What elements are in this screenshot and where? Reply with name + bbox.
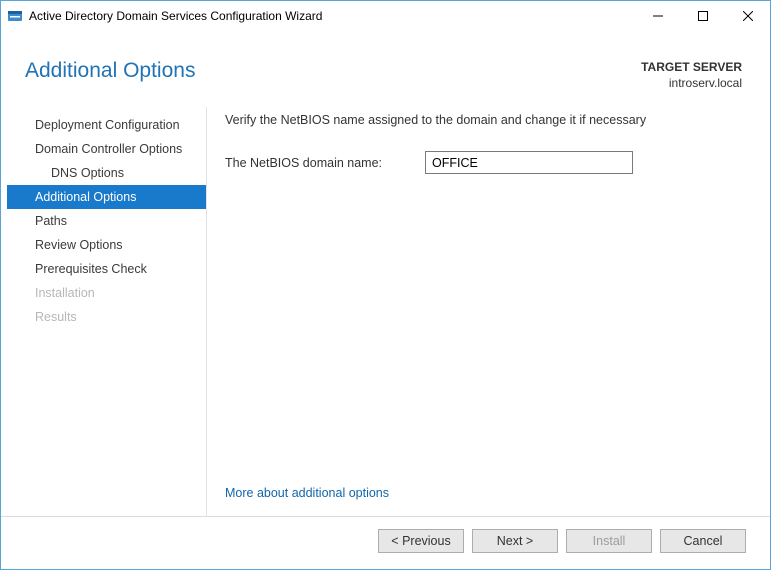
titlebar: Active Directory Domain Services Configu… bbox=[1, 1, 770, 31]
main-content: Verify the NetBIOS name assigned to the … bbox=[207, 107, 758, 516]
netbios-row: The NetBIOS domain name: bbox=[225, 151, 748, 174]
sidebar-item-review-options[interactable]: Review Options bbox=[7, 233, 206, 257]
maximize-button[interactable] bbox=[680, 1, 725, 31]
target-server-value: introserv.local bbox=[641, 75, 742, 91]
more-about-link[interactable]: More about additional options bbox=[225, 476, 748, 516]
wizard-window: Active Directory Domain Services Configu… bbox=[0, 0, 771, 570]
window-controls bbox=[635, 1, 770, 31]
sidebar: Deployment Configuration Domain Controll… bbox=[7, 107, 207, 516]
minimize-button[interactable] bbox=[635, 1, 680, 31]
page-title: Additional Options bbox=[25, 59, 195, 83]
next-button[interactable]: Next > bbox=[472, 529, 558, 553]
close-button[interactable] bbox=[725, 1, 770, 31]
sidebar-item-deployment-configuration[interactable]: Deployment Configuration bbox=[7, 113, 206, 137]
sidebar-item-dns-options[interactable]: DNS Options bbox=[7, 161, 206, 185]
cancel-button[interactable]: Cancel bbox=[660, 529, 746, 553]
body: Deployment Configuration Domain Controll… bbox=[1, 101, 770, 516]
sidebar-item-domain-controller-options[interactable]: Domain Controller Options bbox=[7, 137, 206, 161]
spacer bbox=[225, 174, 748, 476]
sidebar-item-paths[interactable]: Paths bbox=[7, 209, 206, 233]
target-server-label: TARGET SERVER bbox=[641, 59, 742, 75]
target-server-box: TARGET SERVER introserv.local bbox=[641, 59, 742, 91]
sidebar-item-prerequisites-check[interactable]: Prerequisites Check bbox=[7, 257, 206, 281]
sidebar-item-results: Results bbox=[7, 305, 206, 329]
sidebar-item-installation: Installation bbox=[7, 281, 206, 305]
titlebar-title: Active Directory Domain Services Configu… bbox=[7, 8, 635, 24]
header: Additional Options TARGET SERVER introse… bbox=[1, 31, 770, 101]
sidebar-item-additional-options[interactable]: Additional Options bbox=[7, 185, 206, 209]
previous-button[interactable]: < Previous bbox=[378, 529, 464, 553]
install-button: Install bbox=[566, 529, 652, 553]
instruction-text: Verify the NetBIOS name assigned to the … bbox=[225, 113, 748, 127]
netbios-label: The NetBIOS domain name: bbox=[225, 156, 415, 170]
window-title-text: Active Directory Domain Services Configu… bbox=[29, 9, 322, 23]
app-icon bbox=[7, 8, 23, 24]
netbios-input[interactable] bbox=[425, 151, 633, 174]
footer: < Previous Next > Install Cancel bbox=[1, 516, 770, 569]
